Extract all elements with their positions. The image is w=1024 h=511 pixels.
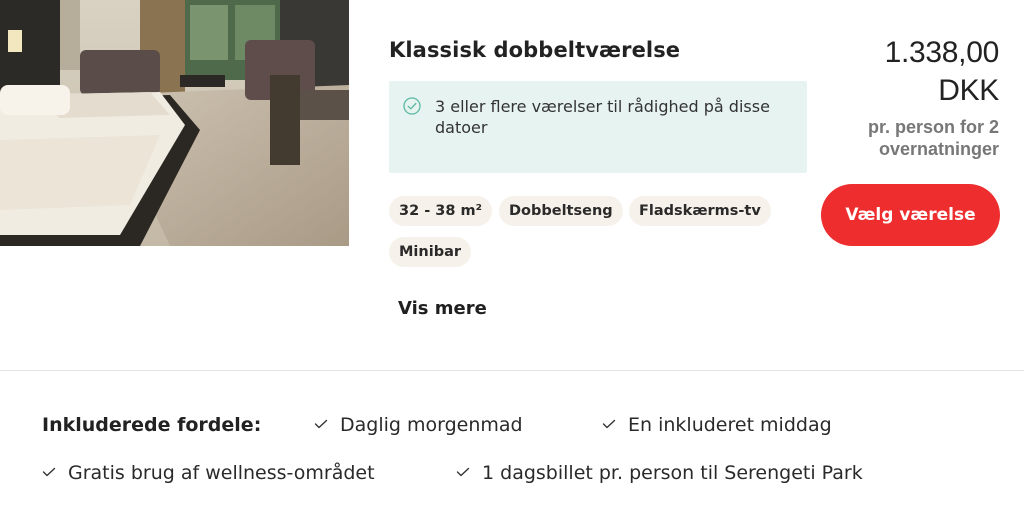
room-title: Klassisk dobbeltværelse bbox=[389, 38, 681, 62]
benefit-item: 1 dagsbillet pr. person til Serengeti Pa… bbox=[456, 462, 863, 484]
price-currency: DKK bbox=[938, 74, 999, 107]
price-note-line2: overnatninger bbox=[878, 139, 999, 159]
benefit-item: En inkluderet middag bbox=[602, 414, 832, 436]
checkmark-icon bbox=[42, 467, 56, 477]
feature-tag-minibar: Minibar bbox=[389, 237, 472, 267]
checkmark-icon bbox=[314, 419, 328, 429]
feature-tag-tv: Fladskærms-tv bbox=[629, 196, 771, 226]
benefit-text: 1 dagsbillet pr. person til Serengeti Pa… bbox=[482, 462, 863, 484]
availability-notice: 3 eller flere værelser til rådighed på d… bbox=[389, 81, 807, 173]
room-photo[interactable] bbox=[0, 0, 349, 246]
feature-tag-bed: Dobbeltseng bbox=[499, 196, 623, 226]
feature-tag-size: 32 - 38 m² bbox=[389, 196, 492, 226]
checkmark-icon bbox=[456, 467, 470, 477]
check-circle-icon bbox=[403, 97, 421, 115]
price: 1.338,00 DKK bbox=[884, 34, 1000, 110]
benefit-item: Gratis brug af wellness-området bbox=[42, 462, 375, 484]
benefit-item: Daglig morgenmad bbox=[314, 414, 523, 436]
show-more-link[interactable]: Vis mere bbox=[398, 298, 487, 319]
room-photo-image bbox=[0, 0, 349, 246]
price-amount: 1.338,00 bbox=[884, 36, 1000, 69]
price-note-line1: pr. person for 2 bbox=[867, 117, 999, 137]
benefits-label: Inkluderede fordele: bbox=[42, 414, 262, 436]
checkmark-icon bbox=[602, 419, 616, 429]
price-note: pr. person for 2 overnatninger bbox=[868, 116, 999, 160]
benefit-text: Gratis brug af wellness-området bbox=[68, 462, 375, 484]
benefit-text: En inkluderet middag bbox=[628, 414, 832, 436]
benefit-text: Daglig morgenmad bbox=[340, 414, 523, 436]
select-room-button[interactable]: Vælg værelse bbox=[821, 184, 1000, 246]
section-divider bbox=[0, 370, 1024, 371]
availability-text: 3 eller flere værelser til rådighed på d… bbox=[435, 97, 770, 137]
